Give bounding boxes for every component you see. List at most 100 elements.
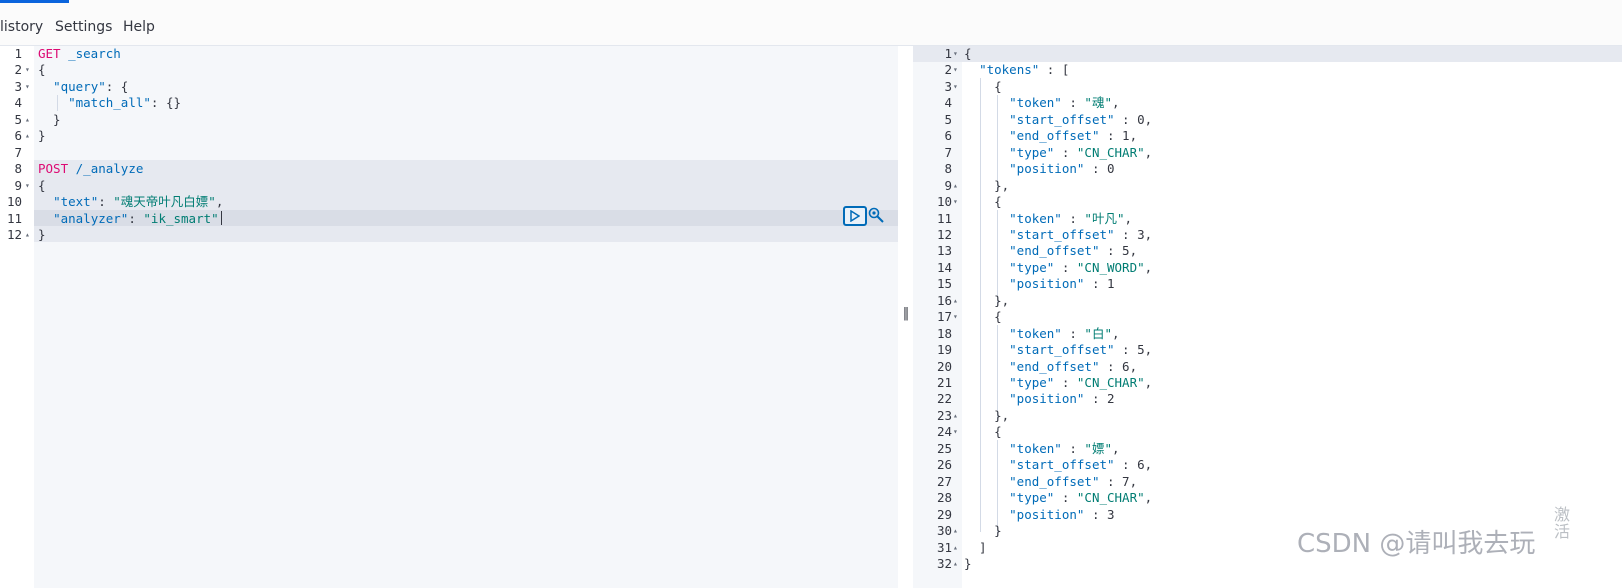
response-viewer[interactable]: 1 ▾{2 ▾ "tokens" : [3 ▾ {4 "token" : "魂", 5 … [913,46,1622,588]
code-line[interactable]: { [964,194,1002,210]
code-line[interactable]: { [964,46,972,62]
fold-toggle-open-icon[interactable]: ▾ [953,427,958,436]
fold-toggle-close-icon[interactable]: ▴ [953,411,958,420]
code-line[interactable]: }, [964,178,1009,194]
code-line[interactable]: "type" : "CN_CHAR", [964,375,1152,391]
fold-toggle-close-icon[interactable]: ▴ [953,181,958,190]
fold-toggle-open-icon[interactable]: ▾ [25,82,30,91]
code-token: "type" [1009,375,1055,390]
code-line[interactable]: "match_all": {} [38,95,181,111]
fold-toggle-open-icon[interactable]: ▾ [953,82,958,91]
code-line[interactable]: { [964,309,1002,325]
tab-settings[interactable]: Settings [55,19,112,35]
fold-toggle-open-icon[interactable]: ▾ [953,49,958,58]
fold-toggle-close-icon[interactable]: ▴ [953,526,958,535]
code-line[interactable]: "query": { [38,79,128,95]
code-token: { [38,62,46,78]
code-line[interactable]: { [964,424,1002,440]
pane-resize-handle[interactable]: ‖ [900,306,912,326]
code-line[interactable]: }, [964,408,1009,424]
code-line[interactable]: "position" : 0 [964,161,1115,177]
line-number: 15 [936,276,952,292]
code-token: : 0 [1084,161,1115,177]
code-line[interactable]: { [38,62,46,78]
code-token: "token" [1009,440,1062,456]
line-number: 6 [14,128,22,144]
line-number: 1 [944,46,952,61]
code-line[interactable]: "analyzer": "ik_smart" [38,211,219,227]
code-token: }, [964,177,1010,193]
code-line[interactable]: "token" : "嫖", [964,440,1119,457]
code-line[interactable]: "type" : "CN_WORD", [964,260,1152,276]
fold-toggle-close-icon[interactable]: ▴ [25,131,30,140]
line-number: 19 [936,342,952,358]
fold-toggle-open-icon[interactable]: ▾ [25,181,30,190]
code-token: : [ [1039,62,1070,78]
code-line[interactable]: "type" : "CN_CHAR", [964,490,1152,506]
code-line[interactable]: }, [964,293,1009,309]
code-line[interactable]: } [964,556,972,572]
code-line[interactable]: "tokens" : [ [964,62,1069,78]
code-line[interactable]: "position" : 2 [964,391,1114,407]
code-line[interactable]: } [38,128,46,144]
code-line[interactable]: "end_offset" : 6, [964,359,1137,375]
code-token: } [38,111,61,127]
code-line[interactable]: "token" : "白", [964,325,1119,342]
code-token: { [964,194,1002,210]
code-line[interactable]: ] [964,540,987,556]
code-line[interactable]: "start_offset" : 6, [964,457,1152,473]
code-token: , [215,194,224,210]
line-number: 24 [936,424,952,440]
code-line[interactable]: { [964,79,1002,95]
tab-history[interactable]: listory [0,19,43,35]
code-line[interactable]: "start_offset" : 3, [964,227,1152,243]
code-token: "start_offset" [1009,226,1115,242]
code-line[interactable]: "start_offset" : 0, [964,112,1152,128]
line-number: 10 [936,194,952,210]
fold-toggle-open-icon[interactable]: ▾ [953,65,958,74]
code-line[interactable]: "text": "魂天帝叶凡白嫖", [38,194,223,210]
fold-toggle-open-icon[interactable]: ▾ [25,65,30,74]
fold-toggle-open-icon[interactable]: ▾ [953,312,958,321]
code-line[interactable]: "type" : "CN_CHAR", [964,145,1152,161]
code-line[interactable]: "position" : 3 [964,507,1114,523]
fold-toggle-close-icon[interactable]: ▴ [953,559,958,568]
code-line[interactable]: "end_offset" : 5, [964,243,1137,259]
code-line[interactable]: POST /_analyze [38,161,143,177]
code-line[interactable]: GET _search [38,46,121,62]
code-line[interactable]: "token" : "魂", [964,95,1119,111]
code-line[interactable]: "start_offset" : 5, [964,342,1152,358]
line-number: 4 [14,95,22,111]
code-line[interactable]: "end_offset" : 1, [964,128,1137,144]
fold-toggle-close-icon[interactable]: ▴ [25,230,30,239]
code-line[interactable]: "position" : 1 [964,276,1114,292]
line-number: 1 [14,46,22,61]
code-token: }, [964,292,1010,308]
fold-toggle-open-icon[interactable]: ▾ [953,197,958,206]
line-number: 5 [944,111,952,127]
code-token: "白" [1084,325,1112,341]
line-number: 23 [936,407,952,423]
request-settings-button[interactable] [867,206,887,226]
fold-toggle-close-icon[interactable]: ▴ [25,115,30,124]
code-token: : 7, [1099,473,1138,489]
code-token: "token" [1009,210,1062,226]
code-line[interactable]: } [38,112,61,128]
tab-help[interactable]: Help [123,19,155,35]
code-line[interactable]: { [38,178,46,194]
send-request-button[interactable] [843,206,867,226]
line-number: 9 [944,177,952,193]
code-line[interactable]: "end_offset" : 7, [964,474,1137,490]
code-line[interactable]: } [964,523,1002,539]
fold-toggle-close-icon[interactable]: ▴ [953,296,958,305]
fold-toggle-close-icon[interactable]: ▴ [953,543,958,552]
code-token: "type" [1009,259,1055,275]
code-line[interactable]: } [38,227,46,243]
line-number: 25 [936,440,952,456]
request-editor[interactable]: 1 GET _search 2 ▾{3 ▾ "query": {4 "match_all… [0,46,898,588]
code-line[interactable]: "token" : "叶凡", [964,211,1132,227]
